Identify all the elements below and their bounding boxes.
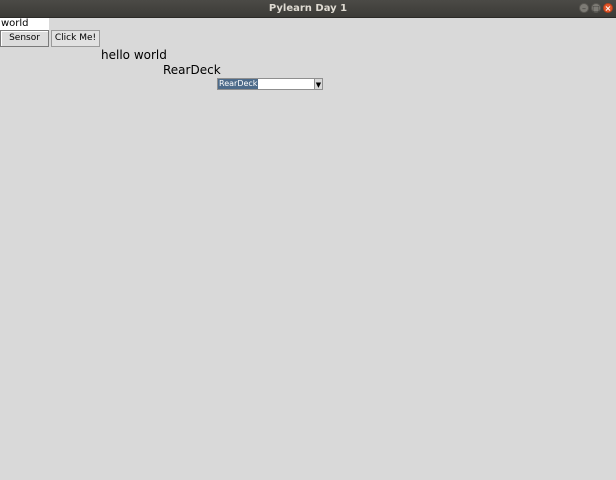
window-title: Pylearn Day 1 [268, 3, 348, 14]
text-entry[interactable] [0, 18, 49, 30]
minimize-icon[interactable]: – [579, 3, 589, 13]
app-window: Pylearn Day 1 – □ × Sensor Click Me! hel… [0, 0, 616, 480]
chevron-down-icon[interactable]: ▼ [314, 79, 322, 89]
selected-option-label: RearDeck [163, 63, 221, 77]
close-icon[interactable]: × [603, 3, 613, 13]
main-content: Sensor Click Me! hello world RearDeck Re… [0, 18, 616, 480]
title-bar[interactable]: Pylearn Day 1 – □ × [0, 0, 616, 18]
click-me-button[interactable]: Click Me! [51, 30, 100, 47]
combobox-selected-value[interactable]: RearDeck [218, 79, 259, 89]
greeting-label: hello world [101, 48, 167, 62]
sensor-button[interactable]: Sensor [0, 30, 49, 47]
maximize-icon[interactable]: □ [591, 3, 601, 13]
location-combobox[interactable]: RearDeck ▼ [217, 78, 323, 90]
